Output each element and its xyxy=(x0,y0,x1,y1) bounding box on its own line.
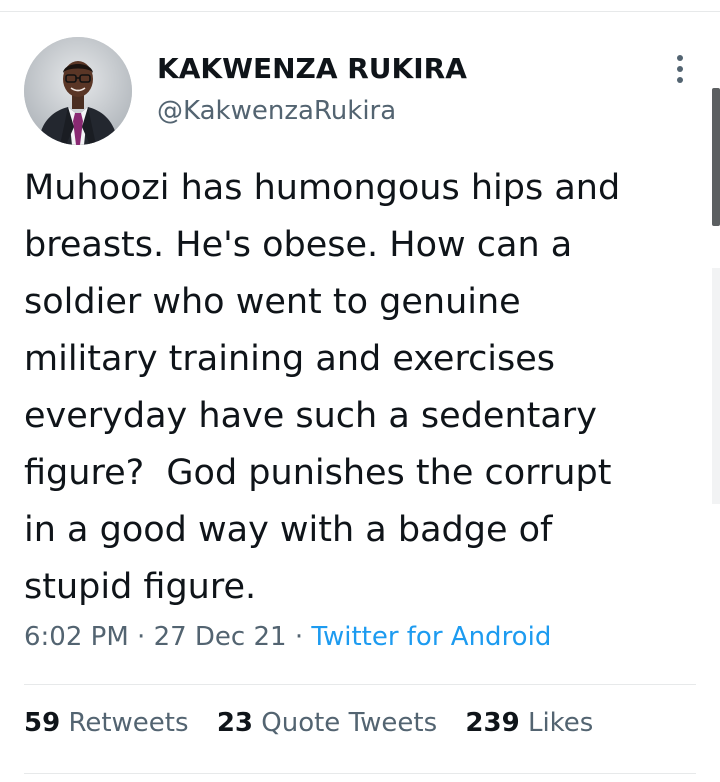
tweet-date[interactable]: 27 Dec 21 xyxy=(154,622,287,652)
tweet-text: Muhoozi has humongous hips and breasts. … xyxy=(24,160,714,616)
likes-count: 239 xyxy=(465,708,520,738)
more-options-button[interactable] xyxy=(664,52,696,86)
tweet-time[interactable]: 6:02 PM xyxy=(24,622,129,652)
tweet-text-line: figure? God punishes the corrupt xyxy=(24,453,612,493)
tweet-text-line: stupid figure. xyxy=(24,567,257,607)
retweets-label: Retweets xyxy=(68,708,189,738)
quote-tweets-stat[interactable]: 23 Quote Tweets xyxy=(217,708,437,738)
tweet-text-line: soldier who went to genuine xyxy=(24,282,521,322)
author-handle[interactable]: @KakwenzaRukira xyxy=(157,96,396,126)
quote-tweets-count: 23 xyxy=(216,708,253,738)
person-in-suit-photo-icon xyxy=(24,37,132,145)
tweet-text-line: everyday have such a sedentary xyxy=(24,396,597,436)
likes-label: Likes xyxy=(527,708,594,738)
engagement-stats: 59 Retweets 23 Quote Tweets 239 Likes xyxy=(24,708,613,738)
quote-tweets-label: Quote Tweets xyxy=(261,708,438,738)
tweet-metadata: 6:02 PM · 27 Dec 21 · Twitter for Androi… xyxy=(24,622,551,652)
tweet-detail-page: KAKWENZA RUKIRA @KakwenzaRukira Muhoozi … xyxy=(0,0,720,782)
stats-divider-bottom xyxy=(24,773,696,774)
retweets-count: 59 xyxy=(24,708,61,738)
top-divider xyxy=(0,11,720,12)
stats-divider-top xyxy=(24,684,696,685)
more-vertical-icon xyxy=(677,55,683,83)
author-display-name[interactable]: KAKWENZA RUKIRA xyxy=(157,52,467,85)
tweet-text-line: breasts. He's obese. How can a xyxy=(24,225,573,265)
retweets-stat[interactable]: 59 Retweets xyxy=(24,708,189,738)
tweet-text-line: Muhoozi has humongous hips and xyxy=(24,168,621,208)
avatar[interactable] xyxy=(24,37,132,145)
tweet-text-line: in a good way with a badge of xyxy=(24,510,553,550)
meta-separator: · xyxy=(137,622,146,652)
meta-separator: · xyxy=(294,622,304,652)
tweet-source-link[interactable]: Twitter for Android xyxy=(311,622,551,652)
tweet-text-line: military training and exercises xyxy=(24,339,556,379)
likes-stat[interactable]: 239 Likes xyxy=(465,708,593,738)
